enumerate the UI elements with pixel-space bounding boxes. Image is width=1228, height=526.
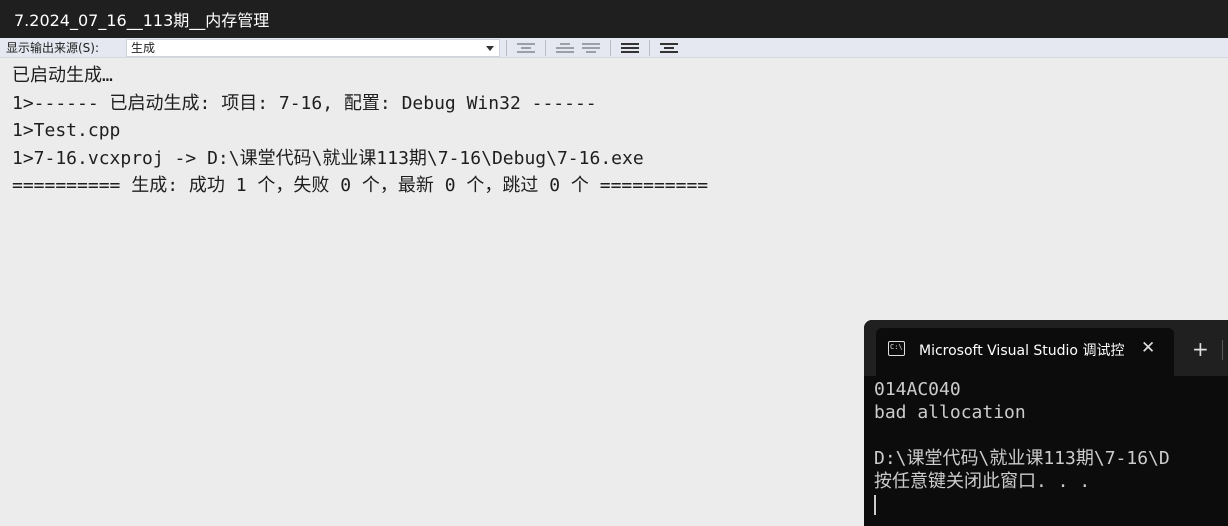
output-line: 1>Test.cpp bbox=[12, 120, 121, 141]
next-message-icon[interactable] bbox=[582, 40, 600, 56]
clear-all-icon[interactable] bbox=[621, 40, 639, 56]
toolbar-separator bbox=[545, 39, 546, 56]
output-source-select[interactable]: 生成 bbox=[126, 38, 500, 57]
console-line: 014AC040 bbox=[874, 379, 961, 400]
previous-message-icon[interactable] bbox=[556, 40, 574, 56]
debug-console-window[interactable]: C:\ Microsoft Visual Studio 调试控 ✕ + 014A… bbox=[864, 320, 1228, 526]
console-output[interactable]: 014AC040 bad allocation D:\课堂代码\就业课113期\… bbox=[874, 378, 1228, 515]
output-source-value: 生成 bbox=[131, 41, 156, 55]
window-title-bar: 7.2024_07_16__113期__内存管理 bbox=[0, 0, 1228, 38]
console-tab[interactable]: C:\ Microsoft Visual Studio 调试控 ✕ bbox=[876, 328, 1174, 376]
console-tab-title: Microsoft Visual Studio 调试控 bbox=[919, 343, 1124, 359]
text-cursor bbox=[874, 495, 876, 515]
output-source-label: 显示输出来源(S): bbox=[6, 41, 100, 55]
output-line: 1>7-16.vcxproj -> D:\课堂代码\就业课113期\7-16\D… bbox=[12, 147, 644, 169]
console-tab-bar: C:\ Microsoft Visual Studio 调试控 ✕ + bbox=[864, 320, 1228, 376]
console-line: D:\课堂代码\就业课113期\7-16\D bbox=[874, 448, 1170, 469]
terminal-icon: C:\ bbox=[888, 341, 905, 356]
toolbar-separator bbox=[649, 39, 650, 56]
output-line: 1>------ 已启动生成: 项目: 7-16, 配置: Debug Win3… bbox=[12, 92, 597, 114]
console-line: bad allocation bbox=[874, 402, 1026, 423]
word-wrap-icon[interactable] bbox=[660, 40, 678, 56]
chevron-down-icon[interactable] bbox=[486, 45, 494, 51]
toolbar-separator bbox=[506, 39, 507, 56]
toolbar-separator bbox=[610, 39, 611, 56]
window-title: 7.2024_07_16__113期__内存管理 bbox=[14, 11, 270, 30]
find-message-icon[interactable] bbox=[517, 40, 535, 56]
console-line: 按任意键关闭此窗口. . . bbox=[874, 471, 1091, 492]
tab-bar-divider bbox=[1222, 340, 1223, 360]
close-icon[interactable]: ✕ bbox=[1141, 338, 1155, 358]
output-line: 已启动生成… bbox=[12, 65, 113, 86]
new-tab-icon[interactable]: + bbox=[1192, 338, 1209, 360]
output-line: ========== 生成: 成功 1 个，失败 0 个，最新 0 个，跳过 0… bbox=[12, 175, 709, 196]
output-toolbar: 显示输出来源(S): 生成 bbox=[0, 38, 1228, 58]
